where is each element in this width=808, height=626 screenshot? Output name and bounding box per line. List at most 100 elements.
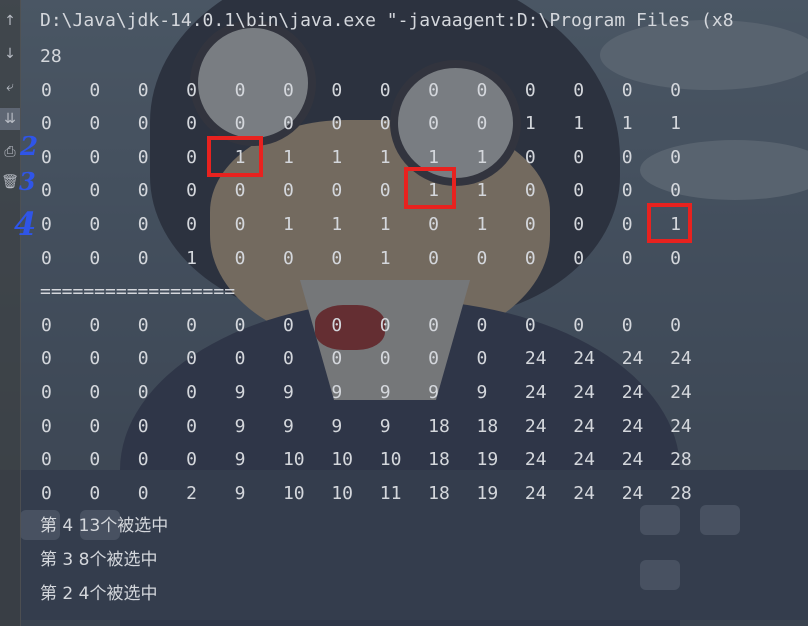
console-output[interactable]: D:\Java\jdk-14.0.1\bin\java.exe "-javaag… xyxy=(40,0,734,611)
table-row: 0 0 0 0 9 10 10 10 18 19 24 24 24 28 xyxy=(40,443,734,477)
table-row: 00000000110000 xyxy=(40,174,734,208)
table-cell: 0 xyxy=(137,381,149,403)
table-cell: 24 xyxy=(524,348,547,370)
table-cell: 11 xyxy=(379,482,402,504)
table-cell: 0 xyxy=(524,247,536,269)
scroll-up-icon[interactable]: ↑ xyxy=(0,10,20,32)
table-cell: 9 xyxy=(234,381,246,403)
table-cell: 9 xyxy=(331,415,343,437)
table-cell: 0 xyxy=(89,381,101,403)
table-cell: 0 xyxy=(379,348,391,370)
capacity-output: 28 xyxy=(40,46,62,67)
table-row: 00000111010001 xyxy=(40,208,734,242)
table-cell: 0 xyxy=(282,314,294,336)
table-cell: 0 xyxy=(137,482,149,504)
table-cell: 0 xyxy=(41,449,52,471)
table-cell: 24 xyxy=(621,348,644,370)
table-cell: 0 xyxy=(41,348,52,370)
table-cell: 0 xyxy=(89,449,101,471)
table-cell: 0 xyxy=(476,79,488,101)
table-cell: 0 xyxy=(524,213,536,235)
table-row: 0 0 0 0 0 0 0 0 0 0 24 24 24 24 xyxy=(40,342,734,376)
table-cell: 0 xyxy=(137,314,149,336)
table-cell: 1 xyxy=(573,113,585,135)
table-cell: 0 xyxy=(331,79,343,101)
table-cell: 0 xyxy=(379,314,391,336)
table-cell: 19 xyxy=(476,482,499,504)
table-cell: 18 xyxy=(428,415,450,437)
soft-wrap-icon[interactable]: ⤶ xyxy=(0,76,20,98)
table-cell: 24 xyxy=(670,381,692,403)
dp-table-selection: 0 0 0 0 0 0 0 0 0 0 0 0 0 0 0 0 0 0 0 0 0 0 0 0 1 1 1 1 0 0 0 0 1 1 1 1 1 1… xyxy=(40,74,734,276)
table-cell: 0 xyxy=(137,449,149,471)
table-cell: 0 xyxy=(137,213,149,235)
highlight-box xyxy=(647,203,692,243)
table-cell: 0 xyxy=(524,314,536,336)
table-cell: 24 xyxy=(524,381,547,403)
table-cell: 24 xyxy=(524,482,547,504)
table-cell: 9 xyxy=(282,415,294,437)
table-cell: 0 xyxy=(89,482,101,504)
table-cell: 1 xyxy=(186,247,198,269)
table-cell: 0 xyxy=(573,213,585,235)
table-cell: 0 xyxy=(41,146,52,168)
table-cell: 10 xyxy=(282,482,305,504)
scroll-to-end-icon[interactable]: ⇊ xyxy=(0,108,20,130)
table-cell: 0 xyxy=(282,79,294,101)
table-cell: 0 xyxy=(41,314,52,336)
table-cell: 0 xyxy=(186,213,198,235)
table-cell: 0 xyxy=(282,180,294,202)
table-cell: 0 xyxy=(331,113,343,135)
table-cell: 0 xyxy=(186,415,198,437)
table-cell: 24 xyxy=(621,482,644,504)
table-cell: 0 xyxy=(41,247,52,269)
table-row: 00001111110000 xyxy=(40,141,734,175)
table-cell: 9 xyxy=(282,381,294,403)
table-cell: 1 xyxy=(476,180,488,202)
table-cell: 0 xyxy=(331,348,343,370)
table-cell: 0 xyxy=(41,482,52,504)
table-cell: 24 xyxy=(670,348,692,370)
print-icon[interactable]: ⎙ xyxy=(0,141,20,163)
table-cell: 0 xyxy=(234,247,246,269)
table-cell: 0 xyxy=(428,113,439,135)
table-cell: 24 xyxy=(621,415,644,437)
console-toolbar: ↑ ↓ ⤶ ⇊ ⎙ 🗑 xyxy=(0,0,21,626)
table-cell: 0 xyxy=(89,348,101,370)
table-cell: 10 xyxy=(379,449,402,471)
table-cell: 1 xyxy=(331,146,343,168)
table-cell: 1 xyxy=(476,146,488,168)
table-cell: 0 xyxy=(41,415,52,437)
table-cell: 1 xyxy=(331,213,343,235)
table-cell: 0 xyxy=(428,247,439,269)
scroll-down-icon[interactable]: ↓ xyxy=(0,43,20,65)
table-cell: 10 xyxy=(282,449,305,471)
table-cell: 18 xyxy=(428,482,450,504)
table-cell: 0 xyxy=(331,314,343,336)
table-cell: 0 xyxy=(331,247,343,269)
table-cell: 1 xyxy=(621,113,633,135)
table-cell: 19 xyxy=(476,449,499,471)
table-cell: 1 xyxy=(282,146,294,168)
table-cell: 0 xyxy=(282,113,294,135)
table-cell: 0 xyxy=(89,146,101,168)
table-cell: 0 xyxy=(428,79,439,101)
table-cell: 0 xyxy=(137,415,149,437)
table-cell: 9 xyxy=(428,381,439,403)
table-cell: 0 xyxy=(428,213,439,235)
table-cell: 24 xyxy=(621,449,644,471)
table-cell: 0 xyxy=(41,180,52,202)
table-cell: 0 xyxy=(137,79,149,101)
table-cell: 0 xyxy=(89,213,101,235)
table-cell: 9 xyxy=(379,381,391,403)
table-cell: 10 xyxy=(331,482,354,504)
table-cell: 0 xyxy=(428,314,439,336)
table-row: 0 0 0 0 9 9 9 9 18 18 24 24 24 24 xyxy=(40,410,734,444)
table-cell: 0 xyxy=(186,79,198,101)
table-cell: 0 xyxy=(524,146,536,168)
table-row: 0 0 0 0 0 0 0 0 0 0 0 0 0 0 xyxy=(40,74,734,108)
table-cell: 0 xyxy=(476,247,488,269)
clear-all-icon[interactable]: 🗑 xyxy=(0,171,20,193)
table-cell: 0 xyxy=(186,314,198,336)
table-cell: 0 xyxy=(234,79,246,101)
